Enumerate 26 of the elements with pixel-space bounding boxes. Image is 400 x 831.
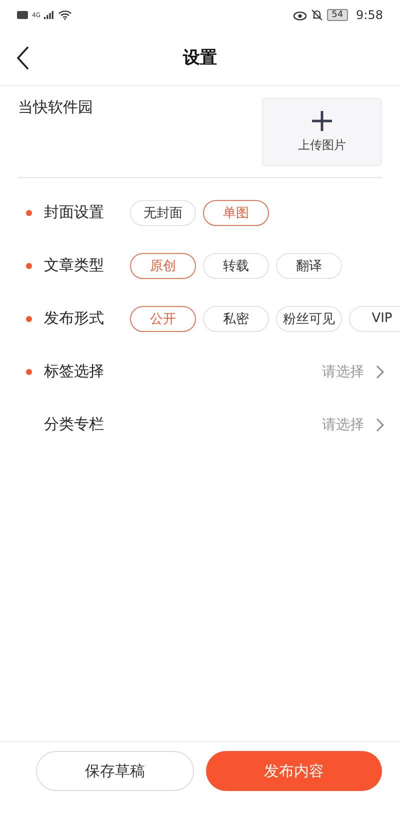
option-chip[interactable]: 粉丝可见	[276, 306, 342, 332]
option-chip[interactable]: 转载	[203, 252, 269, 278]
clock: 9:58	[356, 8, 383, 22]
article-title: 当快软件园	[18, 98, 93, 118]
wifi-icon	[58, 10, 72, 20]
option-chip[interactable]: VIP	[349, 306, 400, 332]
option-chip[interactable]: 翻译	[276, 252, 342, 278]
upload-image-button[interactable]: 上传图片	[262, 98, 382, 166]
option-chip[interactable]: 无封面	[130, 200, 196, 226]
chevron-right-icon	[376, 364, 384, 378]
setting-label: 封面设置	[44, 203, 105, 222]
page-title: 设置	[183, 47, 217, 69]
save-draft-button[interactable]: 保存草稿	[36, 751, 194, 791]
setting-label: 标签选择	[44, 362, 105, 381]
option-chip[interactable]: 私密	[203, 306, 269, 332]
chevron-right-icon	[376, 418, 384, 432]
signal-icon	[44, 10, 54, 20]
plus-icon	[312, 110, 332, 130]
battery-level: 54	[326, 9, 348, 21]
upload-label: 上传图片	[298, 136, 346, 154]
back-icon[interactable]	[16, 46, 30, 70]
setting-label: 分类专栏	[44, 415, 105, 434]
bell-off-icon	[310, 9, 323, 21]
setting-label: 文章类型	[44, 256, 105, 275]
eye-icon	[292, 10, 307, 20]
setting-label: 发布形式	[44, 309, 105, 328]
